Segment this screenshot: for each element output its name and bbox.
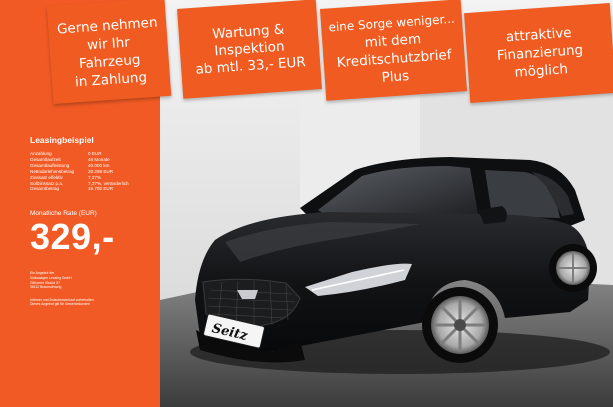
leasing-row: Gesamtbetrag 15.792 EUR	[30, 186, 156, 192]
leasing-title: Leasingbeispiel	[30, 135, 94, 145]
monthly-rate-value: 329,-	[30, 216, 115, 258]
leasing-row-label: Gesamtbetrag	[30, 186, 60, 192]
leasing-row-value: 15.792 EUR	[88, 186, 114, 192]
banner-credit-protection: eine Sorge weniger... mit dem Kreditschu…	[319, 0, 468, 101]
disclaimer: Irrtümer und Zwischenverkauf vorbehalten…	[30, 298, 156, 307]
banner-financing: attraktive Finanzierung möglich	[464, 3, 613, 103]
disclaimer-line: Dieses Angebot gilt für Gewerbekunden	[30, 302, 90, 307]
leasing-content: Leasingbeispiel Anzahlung 0 EUR Gesamtla…	[30, 135, 156, 307]
vehicle-ad-canvas: Seitz Leasingbeispiel Anzahlung 0 EUR Ge…	[0, 0, 613, 407]
lender-line: 38112 Braunschweig	[30, 285, 62, 290]
banner-maintenance: Wartung & Inspektion ab mtl. 33,- EUR	[177, 0, 322, 99]
banner-trade-in: Gerne nehmen wir Ihr Fahrzeug in Zahlung	[46, 0, 172, 104]
lender-info: Ein Angebot der Volkswagen Leasing GmbH …	[30, 271, 156, 289]
